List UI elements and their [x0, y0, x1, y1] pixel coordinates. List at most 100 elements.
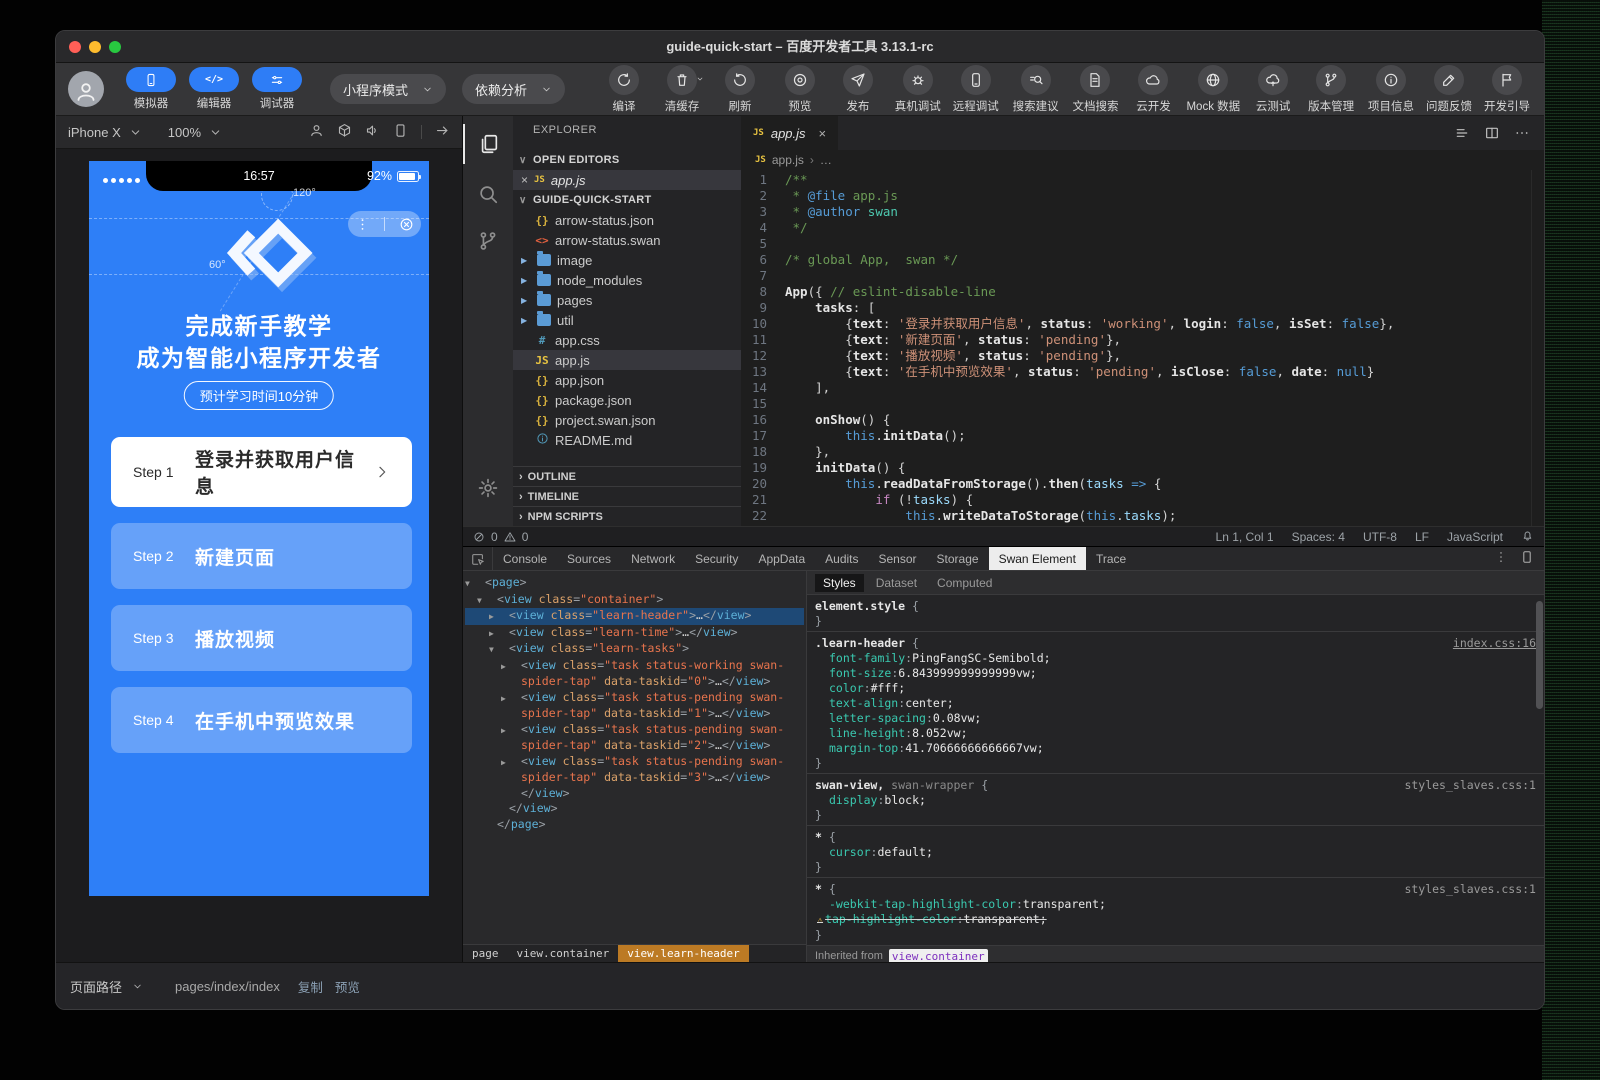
mode-select-dropdown[interactable]: 小程序模式	[330, 74, 446, 104]
css-property[interactable]: letter-spacing:0.08vw;	[815, 711, 1536, 726]
sim-arrowright-button[interactable]	[435, 123, 450, 141]
devtools-tab-network[interactable]: Network	[621, 547, 685, 570]
more-menu-icon[interactable]	[355, 217, 370, 232]
devtools-tab-storage[interactable]: Storage	[927, 547, 989, 570]
sim-cube-button[interactable]	[337, 123, 352, 141]
step-card-1[interactable]: Step 1登录并获取用户信息	[111, 437, 412, 507]
file-image[interactable]: ▶image	[513, 250, 741, 270]
status-item[interactable]: Spaces: 4	[1292, 530, 1345, 544]
dom-node[interactable]: ▶<view class="task status-pending swan-s…	[465, 690, 804, 722]
folder-expand-icon[interactable]: ▶	[521, 256, 531, 265]
preview-button[interactable]: 预览	[775, 65, 825, 114]
mock-data-button[interactable]: Mock 数据	[1186, 65, 1240, 114]
sim-device-button[interactable]	[393, 123, 408, 141]
editor-button[interactable]: </>编辑器	[189, 67, 239, 111]
folder-expand-icon[interactable]: ▶	[521, 316, 531, 325]
devtools-tab-trace[interactable]: Trace	[1086, 547, 1136, 570]
miniprogram-capsule[interactable]	[348, 211, 421, 237]
expand-arrow-icon[interactable]: ▼	[499, 642, 509, 658]
file-app.js[interactable]: JSapp.js	[513, 350, 741, 370]
expand-arrow-icon[interactable]: ▶	[499, 626, 509, 642]
expand-arrow-icon[interactable]: ▶	[511, 723, 521, 739]
clear-cache-button[interactable]: 清缓存	[657, 65, 707, 114]
cloud-test-button[interactable]: 云测试	[1248, 65, 1298, 114]
css-property[interactable]: font-family:PingFangSC-Semibold;	[815, 651, 1536, 666]
scrollbar-thumb[interactable]	[1536, 601, 1543, 709]
user-avatar[interactable]	[68, 71, 104, 107]
zoom-select[interactable]: 100%	[168, 125, 201, 140]
css-property[interactable]: display:block;	[815, 793, 1536, 808]
dom-node[interactable]: ▶<view class="learn-time">…</view>	[465, 625, 804, 642]
notifications-button[interactable]	[1521, 529, 1534, 545]
folder-expand-icon[interactable]: ▶	[521, 296, 531, 305]
dom-node[interactable]: ▼<view class="learn-tasks">	[465, 641, 804, 658]
open-editors-list-icon[interactable]	[1454, 125, 1470, 141]
sim-speaker-button[interactable]	[365, 123, 380, 141]
chevron-down-icon[interactable]	[132, 981, 143, 992]
file-arrow-status.swan[interactable]: <>arrow-status.swan	[513, 230, 741, 250]
expand-arrow-icon[interactable]: ▼	[475, 576, 485, 592]
step-card-2[interactable]: Step 2新建页面	[111, 523, 412, 589]
devtools-tab-sources[interactable]: Sources	[557, 547, 621, 570]
devtools-tab-console[interactable]: Console	[493, 547, 557, 570]
file-app.json[interactable]: {}app.json	[513, 370, 741, 390]
dom-node[interactable]: ▶<view class="learn-header">…</view>	[465, 608, 804, 625]
doc-search-button[interactable]: 文档搜索	[1070, 65, 1120, 114]
devtools-more-button[interactable]	[1494, 550, 1508, 567]
refresh-button[interactable]: 刷新	[715, 65, 765, 114]
remote-debug-button[interactable]: 远程调试	[951, 65, 1001, 114]
expand-arrow-icon[interactable]: ▶	[511, 691, 521, 707]
search-suggest-button[interactable]: 搜索建议	[1011, 65, 1061, 114]
css-rule[interactable]: .learn-header {index.css:16font-family:P…	[807, 632, 1544, 774]
dependency-analysis-dropdown[interactable]: 依赖分析	[462, 74, 565, 104]
dom-node[interactable]: </view>	[465, 786, 804, 802]
open-editor-item[interactable]: × JS app.js	[513, 170, 741, 190]
css-property[interactable]: color:#fff;	[815, 681, 1536, 696]
css-rule[interactable]: element.style {}	[807, 595, 1544, 632]
inspect-element-button[interactable]	[463, 547, 493, 570]
close-icon[interactable]: ×	[521, 173, 528, 187]
preview-path-button[interactable]: 预览	[335, 977, 360, 996]
dom-tree[interactable]: ▼<page>▼<view class="container">▶<view c…	[463, 571, 806, 944]
file-app.css[interactable]: #app.css	[513, 330, 741, 350]
css-property[interactable]: margin-top:41.70666666666667vw;	[815, 741, 1536, 756]
expand-arrow-icon[interactable]: ▼	[487, 593, 497, 609]
project-info-button[interactable]: 项目信息	[1366, 65, 1416, 114]
more-actions-icon[interactable]	[1514, 125, 1530, 141]
compile-button[interactable]: 编译	[599, 65, 649, 114]
file-project.swan.json[interactable]: {}project.swan.json	[513, 410, 741, 430]
stylesheet-link[interactable]: styles_slaves.css:1	[1404, 882, 1536, 897]
folder-expand-icon[interactable]: ▶	[521, 276, 531, 285]
device-select[interactable]: iPhone X	[68, 125, 121, 140]
inherited-selector-badge[interactable]: view.container	[889, 949, 988, 962]
file-pages[interactable]: ▶pages	[513, 290, 741, 310]
styles-tab-styles[interactable]: Styles	[815, 574, 864, 592]
open-editors-header[interactable]: ∨OPEN EDITORS	[513, 150, 741, 170]
step-card-3[interactable]: Step 3播放视频	[111, 605, 412, 671]
dev-guide-button[interactable]: 开发引导	[1482, 65, 1532, 114]
breadcrumb[interactable]: JS app.js › …	[741, 150, 1544, 170]
code-area[interactable]: 1/**2 * @file app.js3 * @author swan4 */…	[741, 170, 1544, 526]
close-miniprogram-icon[interactable]	[399, 217, 414, 232]
section-outline[interactable]: ›OUTLINE	[513, 466, 741, 486]
dom-node[interactable]: </view>	[465, 801, 804, 817]
dom-node[interactable]: ▶<view class="task status-working swan-s…	[465, 658, 804, 690]
devtools-tab-audits[interactable]: Audits	[815, 547, 868, 570]
stylesheet-link[interactable]: styles_slaves.css:1	[1404, 778, 1536, 793]
styles-tab-computed[interactable]: Computed	[929, 574, 1000, 592]
expand-arrow-icon[interactable]: ▶	[511, 659, 521, 675]
crumb-view.container[interactable]: view.container	[508, 945, 619, 962]
crumb-view.learn-header[interactable]: view.learn-header	[618, 945, 749, 962]
file-arrow-status.json[interactable]: {}arrow-status.json	[513, 210, 741, 230]
file-package.json[interactable]: {}package.json	[513, 390, 741, 410]
devtools-tab-appdata[interactable]: AppData	[748, 547, 815, 570]
dom-node[interactable]: ▼<view class="container">	[465, 592, 804, 609]
dom-node[interactable]: ▶<view class="task status-pending swan-s…	[465, 722, 804, 754]
split-editor-icon[interactable]	[1484, 125, 1500, 141]
expand-arrow-icon[interactable]: ▶	[499, 609, 509, 625]
stylesheet-link[interactable]: index.css:16	[1453, 636, 1536, 651]
css-property[interactable]: cursor:default;	[815, 845, 1536, 860]
section-npm-scripts[interactable]: ›NPM SCRIPTS	[513, 506, 741, 526]
dom-node[interactable]: ▼<page>	[465, 575, 804, 592]
simulator-button[interactable]: 模拟器	[126, 67, 176, 111]
